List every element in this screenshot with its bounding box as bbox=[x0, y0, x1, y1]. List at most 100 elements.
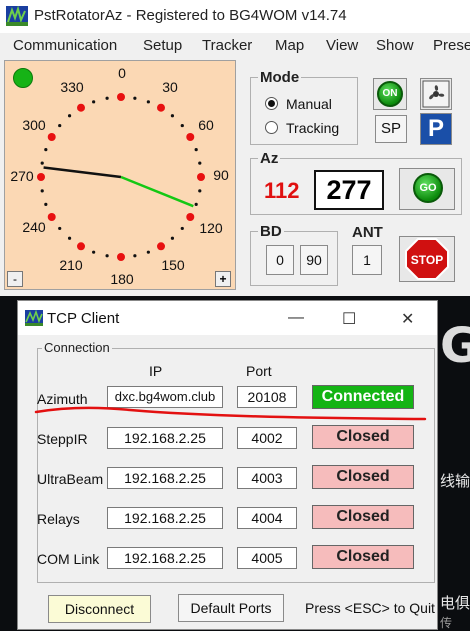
row-label-azimuth: Azimuth bbox=[37, 391, 88, 407]
tcp-window-title: TCP Client bbox=[47, 310, 120, 327]
az-group-title: Az bbox=[258, 150, 281, 167]
park-button[interactable]: P bbox=[420, 113, 452, 145]
port-field-com-link[interactable]: 4005 bbox=[237, 547, 297, 569]
dial-label-210: 210 bbox=[59, 257, 83, 273]
status-ultrabeam[interactable]: Closed bbox=[312, 465, 414, 489]
mode-group: Mode Manual Tracking bbox=[250, 69, 358, 145]
disconnect-button[interactable]: Disconnect bbox=[48, 595, 151, 623]
status-led-icon bbox=[13, 68, 33, 88]
dial-label-0: 0 bbox=[118, 65, 126, 81]
dial-minor-tick bbox=[67, 236, 72, 240]
status-com-link[interactable]: Closed bbox=[312, 545, 414, 569]
pstrotator-window: PstRotatorAz - Registered to BG4WOM v14.… bbox=[0, 0, 470, 296]
row-label-ultrabeam: UltraBeam bbox=[37, 471, 104, 487]
maximize-icon[interactable]: ☐ bbox=[342, 309, 356, 329]
menu-communication[interactable]: Communication bbox=[13, 37, 117, 54]
status-azimuth[interactable]: Connected bbox=[312, 385, 414, 409]
menu-presets[interactable]: Prese bbox=[433, 37, 470, 54]
bd-0-button[interactable]: 0 bbox=[266, 245, 294, 275]
dial-label-60: 60 bbox=[198, 117, 214, 133]
background-text: 线输 bbox=[440, 472, 470, 490]
sp-button[interactable]: SP bbox=[375, 115, 407, 143]
dial-major-tick bbox=[157, 242, 165, 251]
ant-button[interactable]: 1 bbox=[352, 245, 382, 275]
port-column-header: Port bbox=[246, 363, 272, 379]
target-azimuth-input[interactable]: 277 bbox=[314, 170, 384, 210]
dial-minor-tick bbox=[105, 96, 109, 100]
dial-minor-tick bbox=[40, 189, 44, 193]
stop-sign-icon: STOP bbox=[405, 238, 449, 280]
stop-button[interactable]: STOP bbox=[399, 236, 455, 282]
port-field-steppir[interactable]: 4002 bbox=[237, 427, 297, 449]
row-label-relays: Relays bbox=[37, 511, 80, 527]
go-button[interactable]: GO bbox=[399, 168, 455, 210]
ip-field-relays[interactable]: 192.168.2.25 bbox=[107, 507, 223, 529]
dial-label-180: 180 bbox=[110, 271, 134, 287]
go-icon: GO bbox=[413, 173, 443, 203]
port-field-azimuth[interactable]: 20108 bbox=[237, 386, 297, 408]
minimize-icon[interactable]: — bbox=[288, 309, 304, 327]
app-icon bbox=[25, 310, 43, 326]
dial-major-tick bbox=[47, 133, 56, 141]
radio-checked-icon bbox=[265, 97, 278, 110]
dial-label-30: 30 bbox=[162, 79, 178, 95]
dial-minor-tick bbox=[198, 189, 202, 193]
current-azimuth-needle bbox=[120, 175, 194, 208]
port-field-ultrabeam[interactable]: 4003 bbox=[237, 467, 297, 489]
default-ports-button[interactable]: Default Ports bbox=[178, 594, 284, 622]
tcp-client-window: TCP Client — ☐ ✕ Connection IP Port Azim… bbox=[17, 300, 438, 630]
dial-minor-tick bbox=[194, 148, 198, 152]
dial-minor-tick bbox=[146, 250, 150, 254]
menu-setup[interactable]: Setup bbox=[143, 37, 182, 54]
bd-group-title: BD bbox=[258, 223, 284, 240]
status-steppir[interactable]: Closed bbox=[312, 425, 414, 449]
dial-minor-tick bbox=[40, 161, 44, 165]
status-relays[interactable]: Closed bbox=[312, 505, 414, 529]
menu-tracker[interactable]: Tracker bbox=[202, 37, 252, 54]
row-label-steppir: SteppIR bbox=[37, 431, 88, 447]
dial-minor-tick bbox=[194, 202, 198, 206]
dial-label-120: 120 bbox=[199, 220, 223, 236]
bd-90-button[interactable]: 90 bbox=[300, 245, 328, 275]
menu-show[interactable]: Show bbox=[376, 37, 414, 54]
dial-minor-tick bbox=[92, 250, 96, 254]
dial-minor-tick bbox=[170, 114, 175, 118]
background-text: 传 bbox=[440, 616, 453, 630]
ip-field-com-link[interactable]: 192.168.2.25 bbox=[107, 547, 223, 569]
azimuth-dial[interactable]: 0 30 60 90 120 150 180 210 240 270 300 3… bbox=[4, 60, 236, 290]
on-icon: ON bbox=[377, 81, 403, 107]
mode-manual-radio[interactable]: Manual bbox=[265, 96, 332, 112]
dial-minor-tick bbox=[146, 100, 150, 104]
dial-major-tick bbox=[157, 103, 165, 112]
fan-button[interactable] bbox=[420, 78, 452, 110]
ip-column-header: IP bbox=[149, 363, 163, 379]
svg-text:STOP: STOP bbox=[411, 253, 443, 267]
mode-manual-label: Manual bbox=[286, 96, 332, 112]
dial-minor-tick bbox=[133, 254, 137, 258]
row-label-com-link: COM Link bbox=[37, 551, 100, 567]
dial-minor-tick bbox=[67, 114, 72, 118]
port-field-relays[interactable]: 4004 bbox=[237, 507, 297, 529]
on-button[interactable]: ON bbox=[373, 78, 407, 110]
close-icon[interactable]: ✕ bbox=[401, 309, 414, 329]
dial-label-240: 240 bbox=[22, 219, 46, 235]
app-icon bbox=[6, 6, 28, 26]
mode-tracking-radio[interactable]: Tracking bbox=[265, 120, 339, 136]
dial-major-tick bbox=[47, 213, 56, 221]
ip-field-azimuth[interactable]: dxc.bg4wom.club bbox=[107, 386, 223, 408]
ip-field-steppir[interactable]: 192.168.2.25 bbox=[107, 427, 223, 449]
dial-minor-tick bbox=[180, 226, 184, 231]
menu-map[interactable]: Map bbox=[275, 37, 304, 54]
dial-plus-button[interactable]: + bbox=[215, 271, 231, 287]
connection-group-title: Connection bbox=[42, 340, 112, 355]
dial-minor-tick bbox=[198, 161, 202, 165]
dial-minor-tick bbox=[92, 100, 96, 104]
menu-view[interactable]: View bbox=[326, 37, 358, 54]
ip-field-ultrabeam[interactable]: 192.168.2.25 bbox=[107, 467, 223, 489]
dial-minus-button[interactable]: - bbox=[7, 271, 23, 287]
window-title: PstRotatorAz - Registered to BG4WOM v14.… bbox=[34, 7, 347, 24]
dial-minor-tick bbox=[58, 226, 62, 231]
background-text: 电俱 bbox=[440, 594, 470, 612]
radio-unchecked-icon bbox=[265, 121, 278, 134]
dial-minor-tick bbox=[170, 236, 175, 240]
